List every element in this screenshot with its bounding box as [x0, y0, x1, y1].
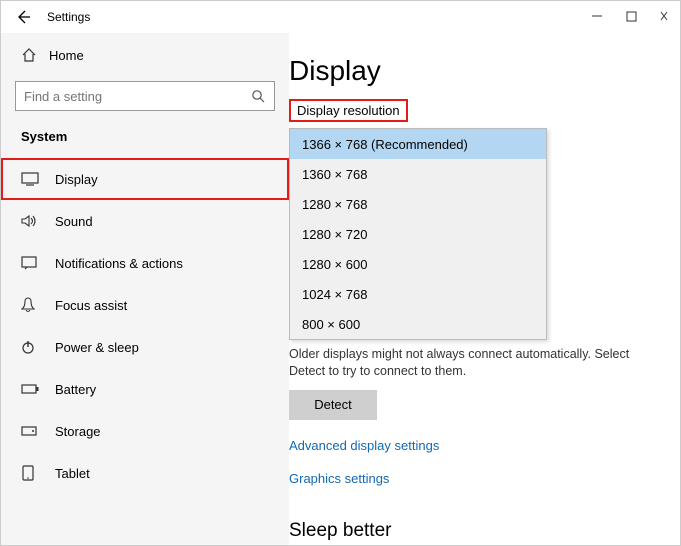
advanced-display-link[interactable]: Advanced display settings: [289, 438, 662, 453]
nav-item-storage[interactable]: Storage: [1, 410, 289, 452]
resolution-option[interactable]: 1366 × 768 (Recommended): [290, 129, 546, 159]
window-controls: [588, 7, 674, 25]
nav-label: Notifications & actions: [55, 256, 183, 271]
resolution-section-label: Display resolution: [289, 99, 408, 122]
display-icon: [21, 172, 55, 186]
nav-label: Power & sleep: [55, 340, 139, 355]
back-button[interactable]: [13, 7, 33, 27]
close-partial-button[interactable]: [656, 7, 674, 25]
helper-text: Older displays might not always connect …: [289, 346, 649, 380]
nav-item-notifications[interactable]: Notifications & actions: [1, 242, 289, 284]
resolution-option[interactable]: 1024 × 768: [290, 279, 546, 309]
graphics-settings-link[interactable]: Graphics settings: [289, 471, 662, 486]
battery-icon: [21, 383, 55, 395]
main-panel: Display Display resolution 1366 × 768 (R…: [289, 33, 680, 545]
storage-icon: [21, 425, 55, 437]
nav-label: Sound: [55, 214, 93, 229]
tablet-icon: [21, 465, 55, 481]
focus-assist-icon: [21, 297, 55, 313]
sleep-better-heading: Sleep better: [289, 520, 662, 542]
nav-label: Display: [55, 172, 98, 187]
resolution-option[interactable]: 1360 × 768: [290, 159, 546, 189]
minimize-button[interactable]: [588, 7, 606, 25]
notifications-icon: [21, 256, 55, 270]
nav-item-power-sleep[interactable]: Power & sleep: [1, 326, 289, 368]
home-icon: [21, 47, 49, 63]
minimize-icon: [591, 10, 603, 22]
resolution-option[interactable]: 800 × 600: [290, 309, 546, 339]
maximize-button[interactable]: [622, 7, 640, 25]
titlebar: Settings: [1, 1, 680, 33]
window-title: Settings: [47, 10, 90, 24]
nav-item-display[interactable]: Display: [1, 158, 289, 200]
search-input[interactable]: [24, 89, 250, 104]
nav-item-battery[interactable]: Battery: [1, 368, 289, 410]
main-container: Home System Display Sound Notifications …: [1, 33, 680, 545]
nav-item-tablet[interactable]: Tablet: [1, 452, 289, 494]
resolution-dropdown[interactable]: 1366 × 768 (Recommended) 1360 × 768 1280…: [289, 128, 547, 340]
home-nav[interactable]: Home: [1, 37, 289, 73]
nav-label: Tablet: [55, 466, 90, 481]
power-icon: [21, 340, 55, 354]
sidebar: Home System Display Sound Notifications …: [1, 33, 289, 545]
sound-icon: [21, 214, 55, 228]
home-label: Home: [49, 48, 84, 63]
search-icon: [250, 89, 266, 103]
search-box[interactable]: [15, 81, 275, 111]
nav-label: Focus assist: [55, 298, 127, 313]
category-label: System: [1, 123, 289, 158]
close-icon: [660, 10, 670, 22]
maximize-icon: [626, 11, 637, 22]
nav-item-focus-assist[interactable]: Focus assist: [1, 284, 289, 326]
detect-button[interactable]: Detect: [289, 390, 377, 420]
nav-label: Battery: [55, 382, 96, 397]
nav-label: Storage: [55, 424, 101, 439]
arrow-left-icon: [15, 9, 31, 25]
page-title: Display: [289, 55, 662, 87]
resolution-option[interactable]: 1280 × 600: [290, 249, 546, 279]
resolution-option[interactable]: 1280 × 768: [290, 189, 546, 219]
resolution-option[interactable]: 1280 × 720: [290, 219, 546, 249]
nav-item-sound[interactable]: Sound: [1, 200, 289, 242]
